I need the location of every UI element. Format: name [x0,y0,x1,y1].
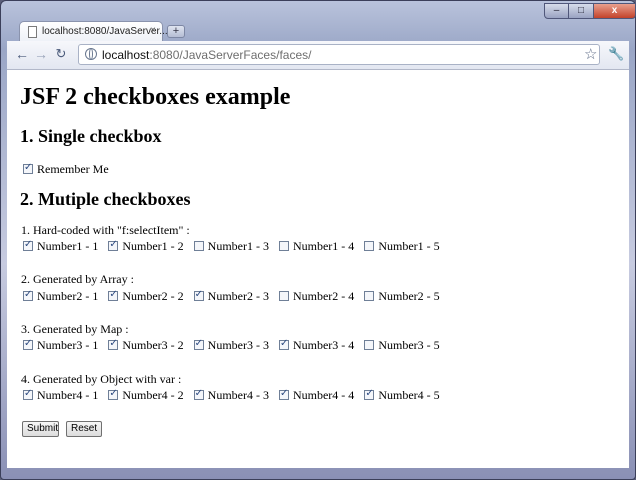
url-path: :8080/JavaServerFaces/faces/ [149,48,312,62]
browser-toolbar: ← → ↻ localhost:8080/JavaServerFaces/fac… [7,41,629,70]
checkbox-group-4: Number4 - 1 Number4 - 2 Number4 - 3 Numb… [23,388,447,403]
checkbox-label: Number2 - 3 [207,289,269,303]
checkbox-label: Number3 - 3 [207,338,269,352]
page-icon [28,26,37,38]
checkbox[interactable] [278,241,289,251]
checkbox[interactable] [23,239,33,251]
wrench-icon[interactable]: 🔧 [608,46,624,62]
reload-icon[interactable]: ↻ [53,46,69,62]
checkbox-option[interactable]: Number3 - 3 [193,338,269,353]
group-heading: 1. Hard-coded with "f:selectItem" : [21,223,190,237]
checkbox-label: Number3 - 4 [292,338,355,352]
tab-title: localhost:8080/JavaServer... [42,26,168,37]
checkbox-label: Number4 - 2 [122,388,184,402]
checkbox-label: Number4 - 4 [292,388,355,402]
close-tab-icon[interactable]: × [150,25,156,36]
checkbox-label: Number3 - 5 [378,338,440,352]
url-host: localhost [102,48,150,62]
checkbox-group-1: Number1 - 1 Number1 - 2 Number1 - 3 Numb… [23,239,447,254]
forward-arrow-icon[interactable]: → [33,46,49,62]
checkbox[interactable] [23,388,33,400]
checkbox-option[interactable]: Number1 - 3 [193,239,269,254]
tab-strip: localhost:8080/JavaServer... × + – □ x [1,1,636,42]
checkbox[interactable] [193,289,204,301]
close-window-button[interactable]: x [594,3,636,19]
submit-button[interactable]: Submit [22,421,59,437]
checkbox-option[interactable]: Number4 - 2 [108,388,184,403]
checkbox-label: Number2 - 2 [122,289,184,303]
checkbox-option[interactable]: Number3 - 2 [108,338,184,353]
checkbox[interactable] [108,289,119,301]
checkbox-label: Number1 - 5 [378,239,440,253]
checkbox-group-2: Number2 - 1 Number2 - 2 Number2 - 3 Numb… [23,289,447,304]
checkbox[interactable] [364,241,375,251]
checkbox-option[interactable]: Number3 - 1 [23,338,98,353]
checkbox-label: Number2 - 4 [292,289,355,303]
checkbox-option[interactable]: Number2 - 4 [278,289,355,304]
new-tab-button[interactable]: + [167,25,185,38]
checkbox-label: Number3 - 1 [37,338,99,352]
checkbox-label: Number1 - 4 [292,239,355,253]
browser-tab[interactable]: localhost:8080/JavaServer... × [19,21,168,42]
checkbox[interactable] [23,338,33,350]
remember-me-row: Remember Me [23,162,109,177]
remember-me-checkbox[interactable] [23,162,33,174]
checkbox-option[interactable]: Number4 - 1 [23,388,98,403]
checkbox-label: Number1 - 2 [122,239,184,253]
remember-me-label: Remember Me [37,162,109,176]
checkbox-option[interactable]: Number3 - 5 [364,338,440,353]
checkbox-label: Number4 - 1 [37,388,99,402]
checkbox-option[interactable]: Number1 - 5 [364,239,440,254]
checkbox-option[interactable]: Number1 - 4 [278,239,355,254]
window-controls: – □ x [544,3,636,20]
checkbox[interactable] [364,291,375,301]
group-heading: 3. Generated by Map : [21,322,129,336]
globe-icon [85,48,97,60]
checkbox-option[interactable]: Number3 - 4 [278,338,355,353]
maximize-button[interactable]: □ [569,3,594,19]
checkbox-option[interactable]: Number4 - 4 [278,388,355,403]
group-heading: 2. Generated by Array : [21,272,134,286]
browser-window: localhost:8080/JavaServer... × + – □ x ←… [0,0,636,480]
checkbox-label: Number2 - 5 [378,289,440,303]
checkbox[interactable] [278,388,289,400]
url-text: localhost:8080/JavaServerFaces/faces/ [102,48,311,62]
checkbox-option[interactable]: Number2 - 1 [23,289,98,304]
checkbox-option[interactable]: Number4 - 3 [193,388,269,403]
back-arrow-icon[interactable]: ← [14,46,30,62]
checkbox[interactable] [193,338,204,350]
reset-button[interactable]: Reset [66,421,102,437]
checkbox-option[interactable]: Number2 - 5 [364,289,440,304]
checkbox[interactable] [108,239,119,251]
checkbox-label: Number2 - 1 [37,289,99,303]
checkbox[interactable] [278,338,289,350]
checkbox-label: Number4 - 5 [378,388,440,402]
checkbox-group-3: Number3 - 1 Number3 - 2 Number3 - 3 Numb… [23,338,447,353]
checkbox-label: Number3 - 2 [122,338,184,352]
checkbox-label: Number1 - 1 [37,239,99,253]
address-bar[interactable]: localhost:8080/JavaServerFaces/faces/ [78,44,600,65]
checkbox[interactable] [108,338,119,350]
checkbox[interactable] [193,241,204,251]
section-heading-single: 1. Single checkbox [20,126,162,146]
checkbox-label: Number1 - 3 [207,239,269,253]
checkbox[interactable] [23,289,33,301]
checkbox[interactable] [364,340,375,350]
group-heading: 4. Generated by Object with var : [21,372,182,386]
minimize-button[interactable]: – [544,3,569,19]
checkbox-option[interactable]: Number1 - 1 [23,239,98,254]
checkbox[interactable] [193,388,204,400]
checkbox-option[interactable]: Number2 - 3 [193,289,269,304]
page-title: JSF 2 checkboxes example [20,84,291,110]
page-content: JSF 2 checkboxes example 1. Single check… [7,70,629,468]
checkbox[interactable] [364,388,375,400]
checkbox-option[interactable]: Number2 - 2 [108,289,184,304]
checkbox[interactable] [108,388,119,400]
checkbox[interactable] [278,291,289,301]
checkbox-option[interactable]: Number4 - 5 [364,388,440,403]
checkbox-option[interactable]: Number1 - 2 [108,239,184,254]
section-heading-multiple: 2. Mutiple checkboxes [20,189,191,209]
checkbox-label: Number4 - 3 [207,388,269,402]
